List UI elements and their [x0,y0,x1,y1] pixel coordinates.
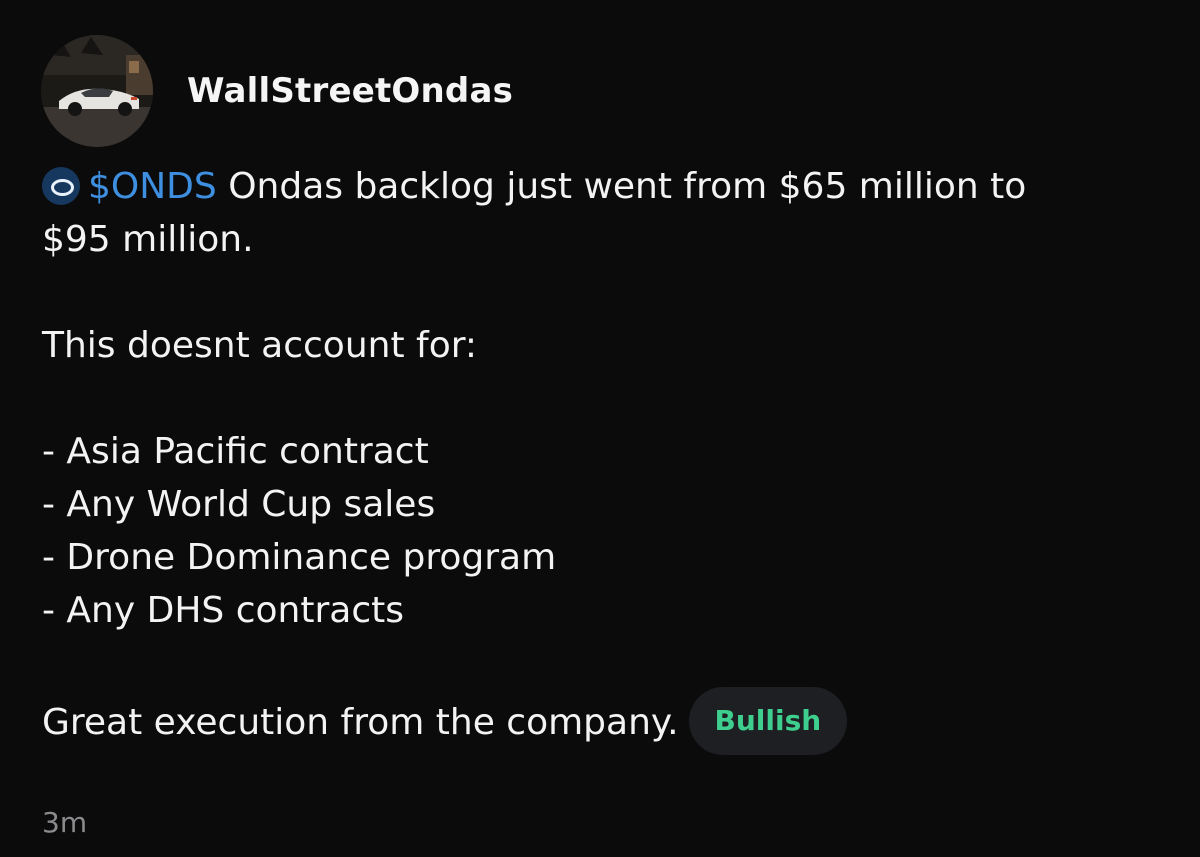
post-body: $ONDS Ondas backlog just went from $65 m… [42,160,1162,758]
post-header: WallStreetOndas [41,35,513,147]
bullet-item: - Any DHS contracts [42,590,404,631]
sentiment-badge[interactable]: Bullish [688,687,848,755]
post-closing-line: Great execution from the company. Bullish [42,687,1162,758]
ticker-link[interactable]: $ONDS [88,166,217,207]
post-closing-text: Great execution from the company. [42,702,679,743]
post-line-1-text: Ondas backlog just went from $65 million… [216,166,1027,207]
post-timestamp: 3m [42,806,88,839]
avatar[interactable] [41,35,153,147]
post-line-3: This doesnt account for: [42,325,478,366]
post-line-1: $ONDS Ondas backlog just went from $65 m… [42,160,1162,213]
post-card: WallStreetOndas $ONDS Ondas backlog just… [0,0,1200,857]
bullet-item: - Drone Dominance program [42,537,557,578]
ondas-ring-icon [42,167,80,205]
avatar-image [41,35,153,147]
username[interactable]: WallStreetOndas [187,71,513,111]
bullet-item: - Any World Cup sales [42,484,436,525]
bullet-item: - Asia Pacific contract [42,431,429,472]
post-line-2: $95 million. [42,219,254,260]
